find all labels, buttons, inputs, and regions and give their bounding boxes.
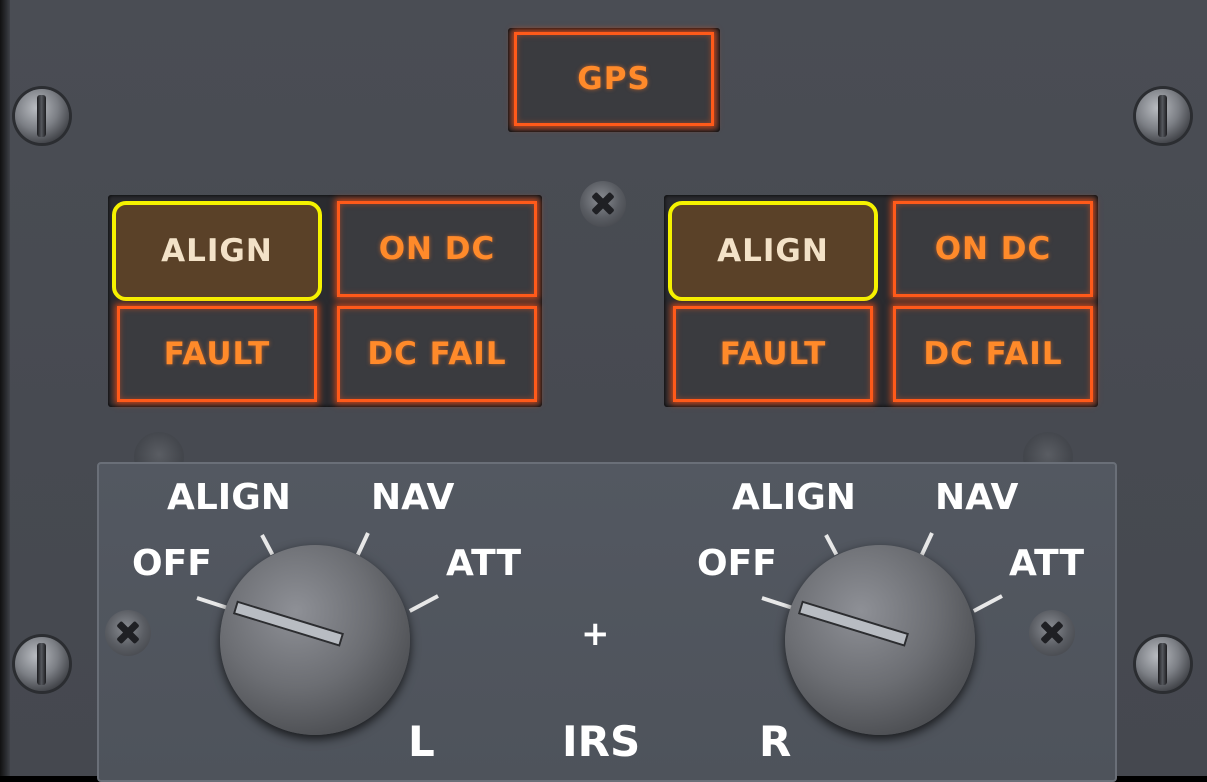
left-mode-label-align: ALIGN xyxy=(167,477,291,518)
irs-panel: GPS ALIGN ON DC FAULT DC FAIL ALIGN ON D… xyxy=(0,0,1207,782)
panel-screw-icon xyxy=(580,181,626,227)
left-align-button[interactable]: ALIGN xyxy=(112,201,322,301)
right-mode-label-align: ALIGN xyxy=(732,477,856,518)
irs-panel-label: IRS xyxy=(562,717,641,766)
plate-screw-icon xyxy=(1029,610,1075,656)
right-dc-fail-annunciator: DC FAIL xyxy=(893,306,1093,402)
left-on-dc-annunciator: ON DC xyxy=(337,201,537,297)
plate-screw-icon xyxy=(105,610,151,656)
knob-pointer xyxy=(797,600,910,647)
left-mode-label-nav: NAV xyxy=(371,477,455,518)
right-align-button[interactable]: ALIGN xyxy=(668,201,878,301)
panel-screw-icon xyxy=(15,89,69,143)
left-mode-label-att: ATT xyxy=(446,543,522,584)
right-mode-label-nav: NAV xyxy=(935,477,1019,518)
panel-screw-icon xyxy=(1136,89,1190,143)
right-mode-label-off: OFF xyxy=(697,543,777,584)
left-fault-annunciator: FAULT xyxy=(117,306,317,402)
right-mode-selector-knob[interactable] xyxy=(785,545,975,735)
left-mode-label-off: OFF xyxy=(132,543,212,584)
left-side-label: L xyxy=(408,717,435,766)
right-fault-annunciator: FAULT xyxy=(673,306,873,402)
right-on-dc-annunciator: ON DC xyxy=(893,201,1093,297)
panel-screw-icon xyxy=(1136,637,1190,691)
gps-annunciator: GPS xyxy=(514,32,714,126)
left-dc-fail-annunciator: DC FAIL xyxy=(337,306,537,402)
right-side-label: R xyxy=(759,717,792,766)
right-mode-label-att: ATT xyxy=(1009,543,1085,584)
knob-pointer xyxy=(232,600,345,647)
center-plus-mark: + xyxy=(581,614,610,654)
panel-screw-icon xyxy=(15,637,69,691)
left-mode-selector-knob[interactable] xyxy=(220,545,410,735)
